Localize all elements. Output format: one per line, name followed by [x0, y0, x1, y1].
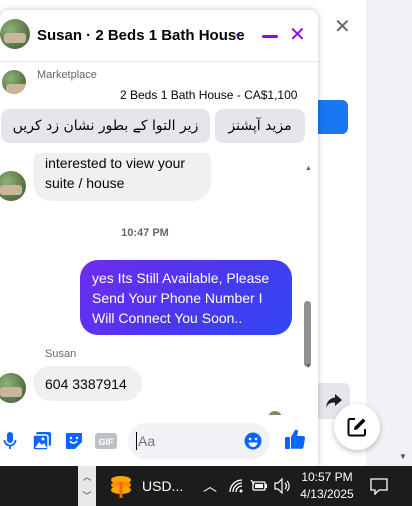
- message-line: suite / house: [45, 175, 125, 191]
- mark-as-pending-button[interactable]: زیر التوا کے بطور نشان زد کریں: [1, 109, 210, 143]
- chevron-down-icon: ﹀: [82, 492, 92, 502]
- message-input-box[interactable]: [128, 423, 270, 459]
- more-options-button[interactable]: مزید آپشنز: [215, 109, 305, 143]
- chat-header: Susan · 2 Beds 1 Bath House ⌄ ✕: [0, 10, 318, 62]
- taskbar: ︿ ﹀ USD... ︿ 10:57 PM 4/13/2025: [0, 466, 412, 506]
- sticker-icon[interactable]: [64, 431, 84, 451]
- speaker-icon[interactable]: [274, 477, 290, 495]
- scroll-up-arrow[interactable]: ▲: [305, 165, 312, 172]
- wifi-icon[interactable]: [228, 478, 244, 494]
- message-input[interactable]: [138, 431, 238, 451]
- emoji-icon[interactable]: [244, 432, 262, 450]
- message-line: yes Its Still Available, Please: [92, 270, 270, 286]
- message-timestamp: 10:47 PM: [121, 227, 169, 239]
- chat-title[interactable]: Susan · 2 Beds 1 Bath House: [37, 27, 245, 44]
- clock-date: 4/13/2025: [300, 487, 354, 501]
- message-line: Send Your Phone Number I: [92, 290, 263, 306]
- gif-icon[interactable]: GIF: [95, 431, 117, 451]
- outgoing-message[interactable]: yes Its Still Available, Please Send You…: [80, 260, 292, 335]
- chat-window: Susan · 2 Beds 1 Bath House ⌄ ✕ Marketpl…: [0, 10, 318, 466]
- incoming-message[interactable]: 604 3387914: [33, 366, 142, 401]
- avatar[interactable]: [0, 19, 30, 49]
- taskbar-scroll-button[interactable]: ︿ ﹀: [78, 466, 96, 506]
- chevron-down-icon[interactable]: ⌄: [233, 26, 243, 40]
- chevron-up-icon: ︿: [82, 473, 92, 483]
- close-icon[interactable]: ✕: [334, 14, 351, 38]
- notification-icon[interactable]: [370, 477, 388, 496]
- avatar: [2, 70, 26, 94]
- scroll-down-arrow[interactable]: ▼: [399, 452, 407, 461]
- gif-label: GIF: [99, 437, 115, 447]
- message-line: Will Connect You Soon..: [92, 310, 243, 326]
- background-primary-button[interactable]: [318, 100, 348, 134]
- thumbs-up-icon[interactable]: [284, 428, 306, 450]
- close-icon[interactable]: ✕: [289, 23, 306, 45]
- clock-time: 10:57 PM: [301, 470, 353, 484]
- message-line: interested to view your: [45, 155, 186, 171]
- minimize-icon[interactable]: [262, 35, 278, 38]
- sender-name: Susan: [45, 348, 77, 360]
- photo-icon[interactable]: [32, 431, 52, 451]
- microphone-icon[interactable]: [0, 431, 20, 451]
- scroll-down-arrow[interactable]: ▼: [305, 363, 312, 370]
- currency-widget-label[interactable]: USD...: [142, 478, 183, 494]
- scrollbar-thumb[interactable]: [304, 301, 311, 367]
- scrollbar[interactable]: ▲ ▼: [303, 165, 314, 415]
- compose-icon[interactable]: [334, 404, 380, 450]
- message-composer: GIF: [0, 415, 318, 466]
- incoming-message[interactable]: interested to view your suite / house: [33, 153, 211, 201]
- chevron-up-icon[interactable]: ︿: [203, 476, 217, 496]
- currency-widget-icon[interactable]: [108, 474, 134, 498]
- listing-title[interactable]: 2 Beds 1 Bath House - CA$1,100: [120, 88, 297, 102]
- marketplace-label: Marketplace: [37, 69, 97, 81]
- text-caret: [136, 432, 137, 450]
- battery-icon[interactable]: [250, 478, 267, 494]
- taskbar-clock[interactable]: 10:57 PM 4/13/2025: [298, 469, 356, 503]
